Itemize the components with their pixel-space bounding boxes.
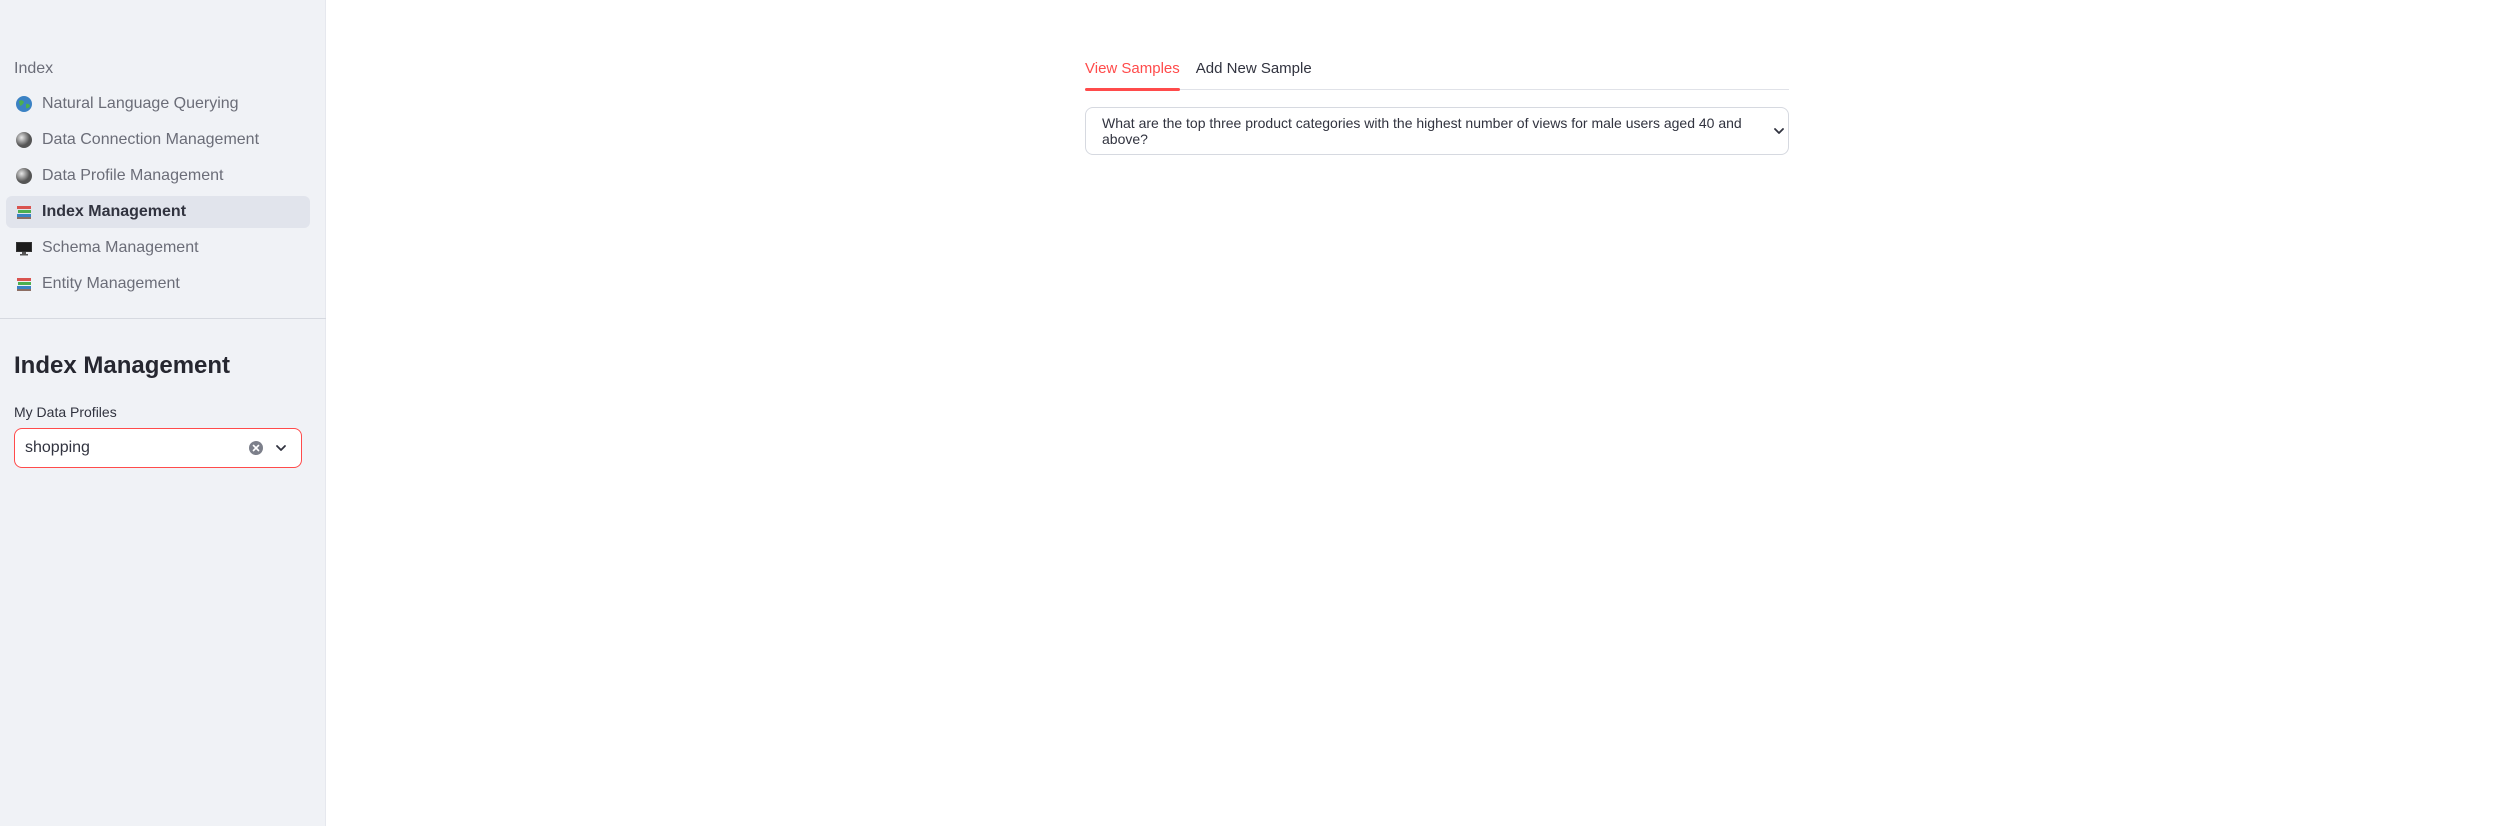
nav-item-label: Natural Language Querying [42,95,239,112]
tab-view-samples[interactable]: View Samples [1085,58,1180,91]
sidebar-divider [0,318,326,319]
books-icon [14,274,34,294]
tab-add-new-sample[interactable]: Add New Sample [1196,58,1312,90]
nav-item-data-connection-management[interactable]: Data Connection Management [6,124,310,156]
sample-question: What are the top three product categorie… [1102,115,1742,147]
sample-expander[interactable]: What are the top three product categorie… [1085,107,1789,155]
gray-sphere-icon [14,130,34,150]
nav-item-schema-management[interactable]: Schema Management [6,232,310,264]
gray-sphere-icon [14,166,34,186]
sidebar: Index Natural Language Querying Data Con… [0,0,326,826]
data-profiles-select[interactable]: shopping [14,428,302,468]
tab-bar: View Samples Add New Sample [1085,58,1789,91]
nav-item-label: Entity Management [42,275,180,292]
nav-item-natural-language-querying[interactable]: Natural Language Querying [6,88,310,120]
nav-heading: Index [14,60,54,77]
nav-item-label: Data Profile Management [42,167,224,184]
monitor-icon [14,238,34,258]
nav-item-label: Schema Management [42,239,199,256]
data-profiles-label: My Data Profiles [14,404,117,420]
books-icon [14,202,34,222]
chevron-down-icon[interactable] [271,438,291,458]
nav-item-index-management[interactable]: Index Management [6,196,310,228]
chevron-down-icon[interactable] [1771,122,1788,140]
globe-icon [14,94,34,114]
nav-list: Natural Language Querying Data Connectio… [6,88,310,304]
nav-item-entity-management[interactable]: Entity Management [6,268,310,300]
data-profiles-value: shopping [25,439,90,456]
nav-item-label: Data Connection Management [42,131,260,148]
main-content: View Samples Add New Sample What are the… [327,0,2512,826]
nav-item-data-profile-management[interactable]: Data Profile Management [6,160,310,192]
nav-item-label: Index Management [42,203,187,220]
clear-icon[interactable] [247,439,265,457]
sidebar-title: Index Management [14,352,231,379]
